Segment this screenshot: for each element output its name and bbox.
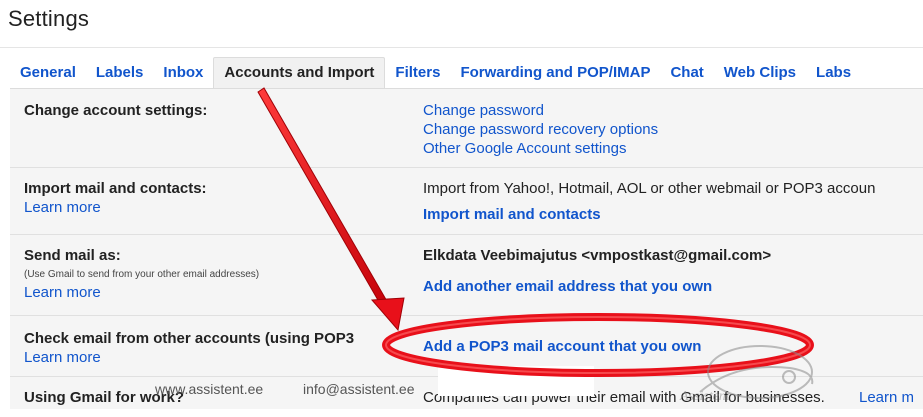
add-another-email-link[interactable]: Add another email address that you own bbox=[423, 278, 712, 295]
tab-forwarding-pop-imap[interactable]: Forwarding and POP/IMAP bbox=[450, 64, 660, 88]
row-change-account-settings: Change account settings: Change password… bbox=[10, 89, 923, 168]
send-mail-as-note: (Use Gmail to send from your other email… bbox=[24, 269, 260, 280]
tab-inbox[interactable]: Inbox bbox=[153, 64, 213, 88]
send-as-address: Elkdata Veebimajutus <vmpostkast@gmail.c… bbox=[423, 247, 772, 264]
settings-content: Change account settings: Change password… bbox=[10, 88, 923, 409]
settings-tabs: General Labels Inbox Accounts and Import… bbox=[10, 57, 923, 88]
tab-general[interactable]: General bbox=[10, 64, 86, 88]
tab-filters[interactable]: Filters bbox=[385, 64, 450, 88]
send-mail-as-label: Send mail as: bbox=[24, 247, 121, 264]
import-mail-and-contacts-link[interactable]: Import mail and contacts bbox=[423, 206, 601, 223]
import-description: Import from Yahoo!, Hotmail, AOL or othe… bbox=[423, 180, 876, 197]
check-email-label: Check email from other accounts (using P… bbox=[24, 330, 355, 347]
tab-labels[interactable]: Labels bbox=[86, 64, 154, 88]
change-account-settings-label: Change account settings: bbox=[24, 102, 208, 119]
check-email-learn-more-link[interactable]: Learn more bbox=[24, 349, 101, 366]
tab-labs[interactable]: Labs bbox=[806, 64, 861, 88]
gmail-for-work-learn-more-link[interactable]: Learn m bbox=[859, 389, 914, 406]
import-learn-more-link[interactable]: Learn more bbox=[24, 199, 101, 216]
watermark-email: info@assistent.ee bbox=[303, 381, 415, 397]
other-google-account-settings-link[interactable]: Other Google Account settings bbox=[423, 140, 626, 157]
page-title: Settings bbox=[8, 6, 90, 31]
change-password-recovery-link[interactable]: Change password recovery options bbox=[423, 121, 658, 138]
send-mail-learn-more-link[interactable]: Learn more bbox=[24, 284, 101, 301]
tab-accounts-and-import[interactable]: Accounts and Import bbox=[213, 57, 386, 88]
watermark-whitebox bbox=[438, 366, 594, 396]
tab-web-clips[interactable]: Web Clips bbox=[714, 64, 806, 88]
import-mail-label: Import mail and contacts: bbox=[24, 180, 207, 197]
row-import-mail: Import mail and contacts: Learn more Imp… bbox=[10, 168, 923, 235]
add-pop3-account-link[interactable]: Add a POP3 mail account that you own bbox=[423, 338, 701, 355]
watermark-site: www.assistent.ee bbox=[155, 381, 264, 397]
change-password-link[interactable]: Change password bbox=[423, 102, 544, 119]
header-divider bbox=[0, 47, 923, 48]
row-send-mail-as: Send mail as: (Use Gmail to send from yo… bbox=[10, 235, 923, 316]
tab-chat[interactable]: Chat bbox=[660, 64, 713, 88]
